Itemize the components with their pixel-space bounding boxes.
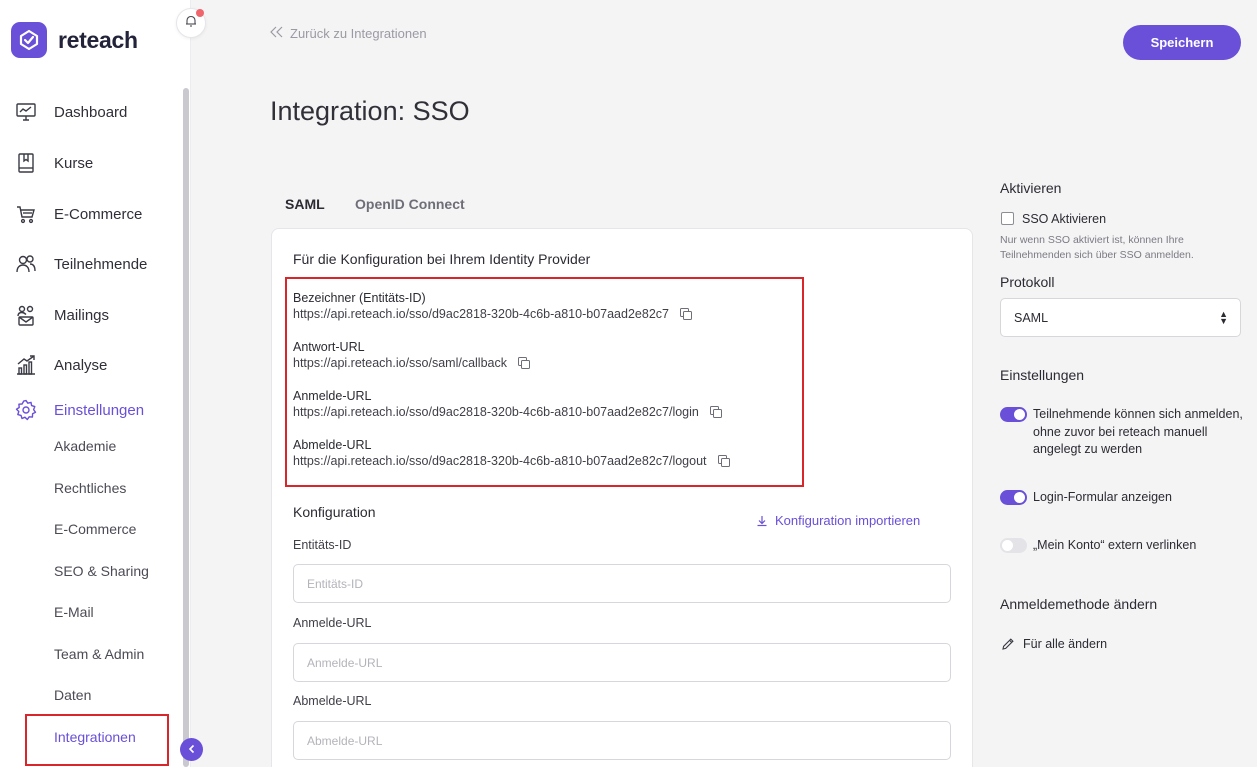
- protokoll-select[interactable]: SAML ▲ ▼: [1000, 298, 1241, 337]
- toggle-auto-register-label: Teilnehmende können sich anmelden, ohne …: [1033, 407, 1243, 456]
- toggle-knob: [1014, 492, 1025, 503]
- logout-url-value: https://api.reteach.io/sso/d9ac2818-320b…: [293, 454, 731, 468]
- notification-dot: [196, 9, 204, 17]
- login-url-label: Anmelde-URL: [293, 389, 372, 403]
- logout-url: https://api.reteach.io/sso/d9ac2818-320b…: [293, 454, 707, 468]
- sidebar-item-label: Mailings: [54, 306, 110, 324]
- chevron-left-icon: [187, 741, 197, 759]
- change-all-label: Für alle ändern: [1023, 637, 1108, 651]
- copy-icon[interactable]: [709, 405, 723, 419]
- entity-id-field-label: Entitäts-ID: [293, 538, 352, 552]
- sidebar-item-label: Einstellungen: [54, 401, 145, 419]
- sidebar-item-analyse[interactable]: Analyse: [0, 348, 180, 382]
- sso-activate-checkbox[interactable]: [1001, 212, 1014, 225]
- entity-id-input[interactable]: [293, 564, 951, 603]
- tab-openid-connect[interactable]: OpenID Connect: [355, 196, 465, 212]
- bell-icon: [184, 14, 198, 33]
- analytics-icon: [14, 353, 38, 377]
- konfiguration-title: Konfiguration: [293, 504, 376, 520]
- sso-help-text: Nur wenn SSO aktiviert ist, können Ihre …: [1000, 234, 1194, 261]
- aktivieren-title: Aktivieren: [1000, 180, 1062, 196]
- sidebar-item-label: E-Commerce: [54, 205, 143, 223]
- pencil-icon: [1001, 637, 1015, 651]
- double-chevron-left-icon: [270, 25, 284, 41]
- sidebar-subitem-e-commerce[interactable]: E-Commerce: [54, 521, 136, 537]
- import-config-link[interactable]: Konfiguration importieren: [756, 513, 920, 528]
- sidebar-item-dashboard[interactable]: Dashboard: [0, 95, 180, 129]
- logo[interactable]: reteach: [11, 22, 138, 58]
- copy-icon[interactable]: [717, 454, 731, 468]
- sidebar-subitem-e-mail[interactable]: E-Mail: [54, 604, 94, 620]
- sidebar-subitem-akademie[interactable]: Akademie: [54, 438, 116, 454]
- reply-url: https://api.reteach.io/sso/saml/callback: [293, 356, 507, 370]
- entity-id-label: Bezeichner (Entitäts-ID): [293, 291, 426, 305]
- sidebar-item-label: Dashboard: [54, 103, 128, 121]
- toggle-external-account[interactable]: [1000, 538, 1027, 553]
- sidebar-item-label: Analyse: [54, 356, 108, 374]
- logout-url-field-label: Abmelde-URL: [293, 694, 372, 708]
- gear-icon: [14, 398, 38, 422]
- toggle-login-form[interactable]: [1000, 490, 1027, 505]
- notifications-button[interactable]: [176, 8, 206, 38]
- sso-activate-label[interactable]: SSO Aktivieren: [1022, 212, 1106, 226]
- toggle-external-account-label: „Mein Konto“ extern verlinken: [1033, 538, 1197, 552]
- sidebar-item-kurse[interactable]: Kurse: [0, 146, 180, 180]
- sidebar-scrollbar[interactable]: [183, 88, 189, 767]
- einstellungen-title: Einstellungen: [1000, 367, 1085, 383]
- logout-url-label: Abmelde-URL: [293, 438, 372, 452]
- login-url-input[interactable]: [293, 643, 951, 682]
- cart-icon: [14, 202, 38, 226]
- toggle-knob: [1002, 540, 1013, 551]
- tab-saml[interactable]: SAML: [285, 196, 325, 212]
- entity-id-url: https://api.reteach.io/sso/d9ac2818-320b…: [293, 307, 669, 321]
- sidebar-subitem-seo-sharing[interactable]: SEO & Sharing: [54, 563, 149, 579]
- reteach-logo-icon: [11, 22, 47, 58]
- protokoll-selected-value: SAML: [1014, 310, 1049, 325]
- reply-url-label: Antwort-URL: [293, 340, 365, 354]
- collapse-sidebar-button[interactable]: [180, 738, 203, 761]
- users-icon: [14, 252, 38, 276]
- sidebar-subitem-rechtliches[interactable]: Rechtliches: [54, 480, 126, 496]
- sidebar-item-label: Kurse: [54, 154, 94, 172]
- sidebar-item-einstellungen[interactable]: Einstellungen: [0, 393, 180, 427]
- sidebar-subitem-daten[interactable]: Daten: [54, 687, 91, 703]
- back-link-label: Zurück zu Integrationen: [290, 25, 427, 41]
- sidebar-item-teilnehmende[interactable]: Teilnehmende: [0, 247, 180, 281]
- sidebar-item-label: Teilnehmende: [54, 255, 148, 273]
- protokoll-title: Protokoll: [1000, 274, 1055, 290]
- page-title: Integration: SSO: [270, 96, 470, 126]
- login-url: https://api.reteach.io/sso/d9ac2818-320b…: [293, 405, 699, 419]
- import-config-label: Konfiguration importieren: [775, 513, 921, 528]
- download-icon: [756, 515, 768, 527]
- toggle-login-form-label: Login-Formular anzeigen: [1033, 490, 1172, 504]
- sidebar-subitem-team-admin[interactable]: Team & Admin: [54, 646, 144, 662]
- book-icon: [14, 151, 38, 175]
- sidebar-item-e-commerce[interactable]: E-Commerce: [0, 197, 180, 231]
- login-url-value: https://api.reteach.io/sso/d9ac2818-320b…: [293, 405, 723, 419]
- mailing-users-icon: [14, 303, 38, 327]
- entity-id-value: https://api.reteach.io/sso/d9ac2818-320b…: [293, 307, 693, 321]
- toggle-auto-register[interactable]: [1000, 407, 1027, 422]
- back-link[interactable]: Zurück zu Integrationen: [270, 25, 427, 41]
- copy-icon[interactable]: [517, 356, 531, 370]
- save-button[interactable]: Speichern: [1123, 25, 1241, 60]
- toggle-knob: [1014, 409, 1025, 420]
- login-url-field-label: Anmelde-URL: [293, 616, 372, 630]
- change-all-link[interactable]: Für alle ändern: [1001, 637, 1107, 651]
- monitor-chart-icon: [14, 100, 38, 124]
- logo-text: reteach: [58, 26, 138, 53]
- sidebar: reteach Dashboard Kurse E-Commerce Teiln…: [0, 0, 191, 767]
- highlight-box-integrationen: [25, 714, 169, 766]
- idp-heading: Für die Konfiguration bei Ihrem Identity…: [293, 251, 591, 267]
- anmeldemethode-title: Anmeldemethode ändern: [1000, 596, 1158, 612]
- copy-icon[interactable]: [679, 307, 693, 321]
- logout-url-input[interactable]: [293, 721, 951, 760]
- sidebar-item-mailings[interactable]: Mailings: [0, 298, 180, 332]
- reply-url-value: https://api.reteach.io/sso/saml/callback: [293, 356, 531, 370]
- select-updown-icon: ▲ ▼: [1219, 309, 1228, 326]
